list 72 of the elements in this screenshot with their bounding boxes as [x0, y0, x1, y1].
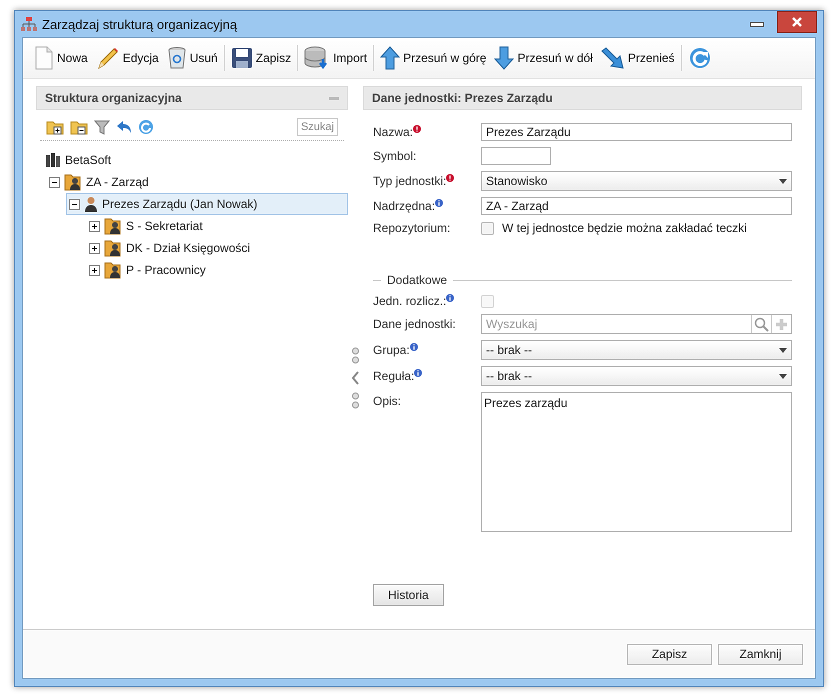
- field-label: Nazwa:: [373, 125, 414, 139]
- collapse-toggle[interactable]: [69, 198, 80, 210]
- field-label: Symbol:: [373, 149, 416, 163]
- dropdown-arrow-icon: [779, 374, 787, 378]
- field-label: Grupa:: [373, 343, 410, 357]
- folder-person-icon: [104, 217, 122, 235]
- panel-title: Dane jednostki: Prezes Zarządu: [363, 86, 802, 110]
- folder-person-icon: [64, 173, 82, 191]
- remove-folder-icon[interactable]: [70, 119, 88, 135]
- toolbar-button[interactable]: Usuń: [164, 44, 220, 72]
- section-title: Dodatkowe: [387, 273, 448, 287]
- text-field[interactable]: ZA - Zarząd: [481, 197, 792, 215]
- tree-row[interactable]: Prezes Zarządu (Jan Nowak): [66, 193, 348, 215]
- dropdown[interactable]: Stanowisko: [481, 171, 792, 191]
- close-button[interactable]: [777, 11, 817, 33]
- minimize-button[interactable]: [750, 22, 764, 26]
- toolbar-button[interactable]: Edycja: [94, 44, 161, 72]
- history-button[interactable]: Historia: [373, 584, 444, 606]
- field-label: Repozytorium:: [373, 221, 450, 235]
- field-label: Opis:: [373, 394, 402, 408]
- toolbar-button[interactable]: Nowa: [32, 44, 90, 72]
- field-label: Typ jednostki:: [373, 174, 446, 188]
- dropdown-arrow-icon: [779, 178, 787, 184]
- collapse-toggle[interactable]: [49, 176, 60, 188]
- text-field[interactable]: [481, 147, 551, 165]
- toolbar-button[interactable]: Zapisz: [228, 45, 294, 71]
- checkbox-label: W tej jednostce będzie można zakładać teczki: [502, 221, 747, 235]
- expand-toggle[interactable]: [89, 242, 100, 254]
- up-arrow-icon: [380, 46, 400, 70]
- expand-toggle[interactable]: [89, 264, 100, 276]
- trash-bin-icon: [166, 46, 187, 70]
- org-chart-icon: [21, 16, 37, 32]
- field-label: Jedn. rozlicz.:: [373, 294, 446, 308]
- toolbar-button[interactable]: Przenieś: [598, 45, 677, 71]
- toolbar-button[interactable]: Przesuń w górę: [378, 44, 488, 72]
- dropdown[interactable]: -- brak --: [481, 366, 792, 386]
- text-field[interactable]: Prezes Zarządu: [481, 123, 792, 141]
- tree-label[interactable]: BetaSoft: [65, 153, 112, 167]
- footer-button[interactable]: Zamknij: [718, 644, 803, 664]
- undo-icon[interactable]: [116, 119, 132, 135]
- search-icon[interactable]: [754, 316, 769, 332]
- close-icon: [791, 16, 803, 28]
- diagonal-arrow-icon: [600, 47, 625, 69]
- field-label: Nadrzędna:: [373, 199, 436, 213]
- toolbar-button[interactable]: Import: [302, 44, 370, 72]
- search-button[interactable]: Szukaj: [296, 118, 338, 136]
- splitter-handle[interactable]: [351, 346, 360, 408]
- filter-icon[interactable]: [94, 119, 110, 135]
- add-folder-icon[interactable]: [46, 119, 64, 135]
- refresh-icon[interactable]: [138, 119, 154, 135]
- down-arrow-icon: [494, 46, 514, 70]
- folder-person-icon: [104, 239, 122, 257]
- tree-row[interactable]: P - Pracownicy: [86, 259, 348, 281]
- toolbar-button[interactable]: Przesuń w dół: [492, 44, 595, 72]
- window-title: Zarządzaj strukturą organizacyjną: [42, 16, 238, 32]
- tree-row[interactable]: S - Sekretariat: [86, 215, 348, 237]
- panel-title: Struktura organizacyjna: [45, 91, 182, 105]
- field-label: Reguła:: [373, 369, 414, 383]
- person-icon: [84, 196, 98, 212]
- dropdown-arrow-icon: [779, 348, 787, 352]
- field-label: Dane jednostki:: [373, 317, 456, 331]
- folder-person-icon: [104, 261, 122, 279]
- expand-toggle[interactable]: [89, 220, 100, 232]
- text-area[interactable]: Prezes zarządu: [481, 392, 792, 532]
- building-icon: [45, 152, 61, 168]
- pencil-icon: [96, 46, 120, 70]
- footer-button[interactable]: Zapisz: [627, 644, 712, 664]
- checkbox[interactable]: [481, 222, 494, 234]
- document-icon: [34, 46, 54, 70]
- tree-row[interactable]: ZA - Zarząd: [46, 171, 348, 193]
- tree-row[interactable]: DK - Dział Księgowości: [86, 237, 348, 259]
- dropdown[interactable]: -- brak --: [481, 340, 792, 360]
